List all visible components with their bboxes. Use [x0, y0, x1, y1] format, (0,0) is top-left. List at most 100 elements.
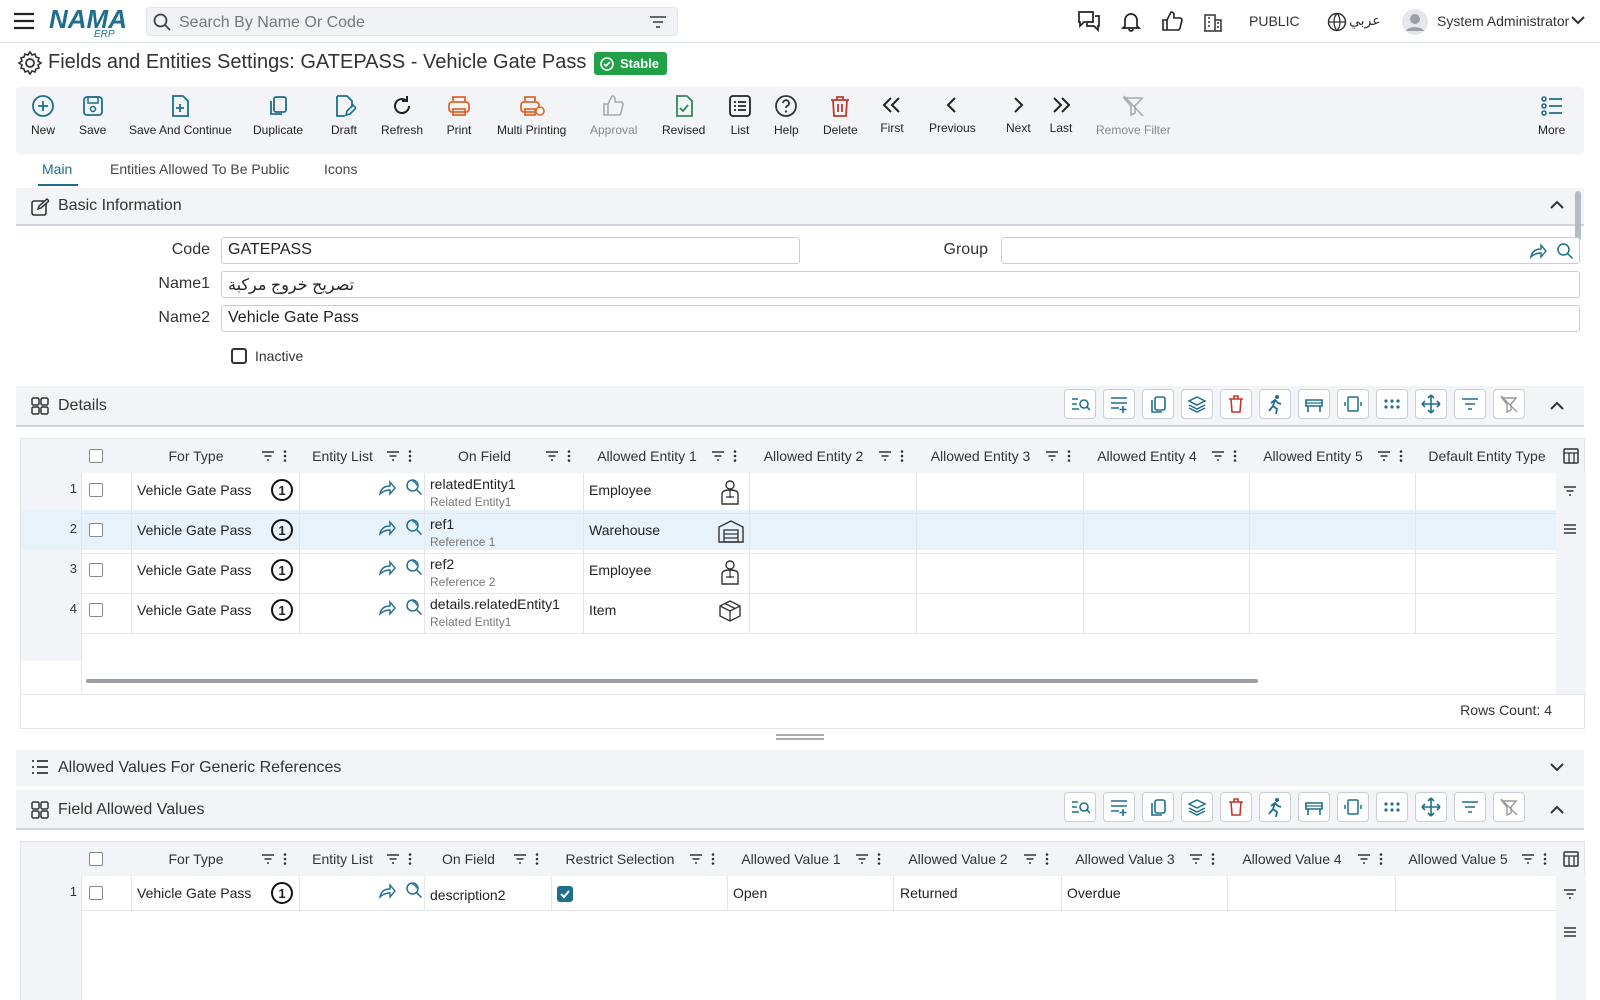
delete-button[interactable]: Delete	[823, 94, 858, 137]
search-lookup-icon[interactable]	[405, 478, 423, 496]
dots-grid-button[interactable]	[1376, 389, 1408, 419]
on-field-cell[interactable]: relatedEntity1	[430, 476, 516, 492]
horizontal-scrollbar[interactable]	[86, 679, 1258, 683]
allowed-values-column-header[interactable]: Allowed Value 4	[1227, 842, 1395, 876]
allowed-values-column-header[interactable]: Allowed Value 3	[1061, 842, 1227, 876]
entity-list-count-icon[interactable]: 1	[271, 882, 293, 904]
copy-button[interactable]	[1142, 389, 1174, 419]
allowed-entity-1-cell[interactable]: Warehouse	[589, 522, 660, 538]
chat-icon[interactable]	[1077, 10, 1101, 32]
row-checkbox[interactable]	[89, 563, 103, 577]
remove-filter-button[interactable]: Remove Filter	[1096, 94, 1171, 137]
for-type-cell[interactable]: Vehicle Gate Pass	[137, 885, 251, 901]
allowed-value-3-cell[interactable]: Overdue	[1067, 885, 1121, 901]
notification-bell-icon[interactable]	[1120, 10, 1142, 32]
allowed-values-column-header[interactable]: Allowed Value 1	[727, 842, 893, 876]
for-type-cell[interactable]: Vehicle Gate Pass	[137, 522, 251, 538]
menu-icon[interactable]	[13, 11, 35, 31]
details-column-header[interactable]: On Field	[424, 439, 583, 473]
next-button[interactable]: Next	[1006, 94, 1031, 135]
last-button[interactable]: Last	[1049, 94, 1073, 135]
search-lookup-icon[interactable]	[405, 518, 423, 536]
restrict-selection-checkbox[interactable]	[557, 886, 573, 902]
search-lookup-icon[interactable]	[405, 558, 423, 576]
entity-list-count-icon[interactable]: 1	[271, 599, 293, 621]
first-button[interactable]: First	[880, 94, 904, 135]
column-filter-menu-icon[interactable]	[1023, 852, 1053, 866]
language-switch[interactable]: عربي	[1349, 12, 1381, 29]
new-button[interactable]: New	[31, 94, 55, 137]
search-lookup-icon[interactable]	[405, 598, 423, 616]
copy-button[interactable]	[1142, 792, 1174, 822]
table-row-button[interactable]	[1298, 792, 1330, 822]
draft-button[interactable]: Draft	[331, 94, 357, 137]
column-filter-menu-icon[interactable]	[1189, 852, 1219, 866]
more-button[interactable]: More	[1538, 94, 1565, 137]
print-button[interactable]: Print	[446, 94, 472, 137]
select-all-checkbox[interactable]	[89, 852, 103, 866]
open-link-icon[interactable]	[378, 883, 396, 899]
search-input[interactable]: Search By Name Or Code	[179, 14, 365, 32]
inactive-checkbox[interactable]	[231, 348, 247, 364]
search-lookup-icon[interactable]	[1556, 242, 1574, 260]
allowed-entity-1-cell[interactable]: Item	[589, 602, 616, 618]
chevron-down-icon[interactable]	[1571, 15, 1585, 25]
allowed-value-1-cell[interactable]: Open	[733, 885, 767, 901]
run-button[interactable]	[1259, 389, 1291, 419]
allowed-entity-1-cell[interactable]: Employee	[589, 562, 651, 578]
details-column-header[interactable]: Entity List	[299, 439, 424, 473]
column-filter-menu-icon[interactable]	[1377, 449, 1407, 463]
save-and-continue-button[interactable]: Save And Continue	[129, 94, 232, 137]
entity-list-count-icon[interactable]: 1	[271, 519, 293, 541]
tab-entities-allowed-to-be-public[interactable]: Entities Allowed To Be Public	[110, 161, 290, 177]
public-label[interactable]: PUBLIC	[1249, 13, 1300, 29]
row-checkbox[interactable]	[89, 483, 103, 497]
chevron-up-icon[interactable]	[1550, 200, 1564, 210]
allowed-values-column-header[interactable]: On Field	[424, 842, 551, 876]
entity-list-count-icon[interactable]: 1	[271, 479, 293, 501]
add-line-button[interactable]	[1103, 389, 1135, 419]
menu-lines-icon[interactable]	[1563, 523, 1577, 535]
add-line-button[interactable]	[1103, 792, 1135, 822]
allowed-values-column-header[interactable]: Allowed Value 2	[893, 842, 1061, 876]
filter-lines-button[interactable]	[1454, 792, 1486, 822]
filter-icon[interactable]	[649, 14, 667, 30]
open-link-icon[interactable]	[1529, 243, 1547, 259]
allowed-values-header[interactable]: Allowed Values For Generic References	[16, 750, 1584, 786]
previous-button[interactable]: Previous	[929, 94, 976, 135]
column-filter-menu-icon[interactable]	[1045, 449, 1075, 463]
grid-search-button[interactable]	[1064, 792, 1096, 822]
duplicate-button[interactable]: Duplicate	[253, 94, 303, 137]
allowed-entity-1-cell[interactable]: Employee	[589, 482, 651, 498]
allowed-values-column-header[interactable]: Allowed Value 5	[1395, 842, 1559, 876]
user-avatar-icon[interactable]	[1401, 8, 1429, 36]
allowed-value-2-cell[interactable]: Returned	[900, 885, 958, 901]
column-chooser-icon[interactable]	[1563, 448, 1579, 464]
user-name[interactable]: System Administrator	[1437, 13, 1569, 29]
globe-icon[interactable]	[1327, 12, 1347, 32]
row-checkbox[interactable]	[89, 886, 103, 900]
fit-width-button[interactable]	[1337, 792, 1369, 822]
column-filter-menu-icon[interactable]	[855, 852, 885, 866]
filter-lines-button[interactable]	[1454, 389, 1486, 419]
for-type-cell[interactable]: Vehicle Gate Pass	[137, 482, 251, 498]
open-link-icon[interactable]	[378, 520, 396, 536]
form-scrollbar[interactable]	[1575, 191, 1581, 241]
refresh-button[interactable]: Refresh	[381, 94, 423, 137]
help-button[interactable]: Help	[774, 94, 799, 137]
allowed-values-column-header[interactable]: For Type	[131, 842, 299, 876]
layers-button[interactable]	[1181, 389, 1213, 419]
column-filter-menu-icon[interactable]	[261, 449, 291, 463]
column-filter-menu-icon[interactable]	[1521, 852, 1551, 866]
row-checkbox[interactable]	[89, 523, 103, 537]
open-link-icon[interactable]	[378, 560, 396, 576]
thumbs-up-icon[interactable]	[1161, 10, 1183, 32]
open-link-icon[interactable]	[378, 480, 396, 496]
revised-button[interactable]: Revised	[662, 94, 705, 137]
trash-button[interactable]	[1220, 389, 1252, 419]
on-field-cell[interactable]: ref1	[430, 516, 454, 532]
allowed-values-column-header[interactable]: Restrict Selection	[551, 842, 727, 876]
column-filter-menu-icon[interactable]	[1211, 449, 1241, 463]
layers-button[interactable]	[1181, 792, 1213, 822]
basic-information-header[interactable]: Basic Information	[16, 188, 1584, 226]
